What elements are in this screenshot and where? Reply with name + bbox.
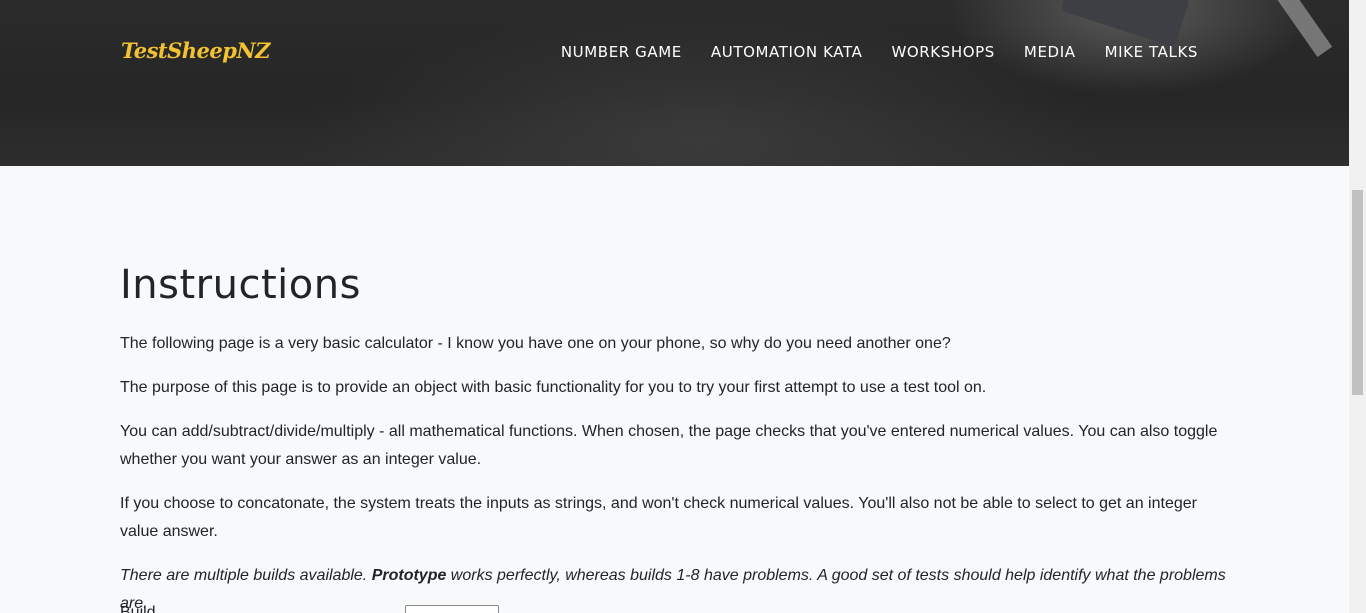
build-label: Build <box>120 604 156 613</box>
builds-note-text: There are multiple builds available. <box>120 567 372 584</box>
instructions-paragraph: You can add/subtract/divide/multiply - a… <box>120 423 1218 468</box>
nav-item-mike-talks[interactable]: MIKE TALKS <box>1105 43 1198 61</box>
instructions-paragraph: The following page is a very basic calcu… <box>120 335 951 352</box>
nav-item-media[interactable]: MEDIA <box>1024 43 1076 61</box>
instructions-section: Instructions The following page is a ver… <box>120 262 1235 613</box>
nav-item-automation-kata[interactable]: AUTOMATION KATA <box>711 43 863 61</box>
nav-item-workshops[interactable]: WORKSHOPS <box>891 43 994 61</box>
page-title: Instructions <box>120 262 361 308</box>
hero-banner: TestSheepNZ NUMBER GAME AUTOMATION KATA … <box>0 0 1349 166</box>
instructions-paragraph: The purpose of this page is to provide a… <box>120 379 987 396</box>
instructions-paragraph: If you choose to concatonate, the system… <box>120 495 1197 540</box>
page-scrollbar[interactable] <box>1349 0 1366 613</box>
hero-background-stripe <box>1265 0 1333 58</box>
brand-logo[interactable]: TestSheepNZ <box>121 38 270 63</box>
scrollbar-thumb[interactable] <box>1352 190 1363 395</box>
build-select[interactable] <box>405 605 499 613</box>
builds-note-prototype: Prototype <box>371 567 447 584</box>
build-row: Build <box>120 605 499 613</box>
nav-item-number-game[interactable]: NUMBER GAME <box>561 43 682 61</box>
main-nav: NUMBER GAME AUTOMATION KATA WORKSHOPS ME… <box>561 43 1198 61</box>
hero-background-shape <box>1060 0 1190 48</box>
